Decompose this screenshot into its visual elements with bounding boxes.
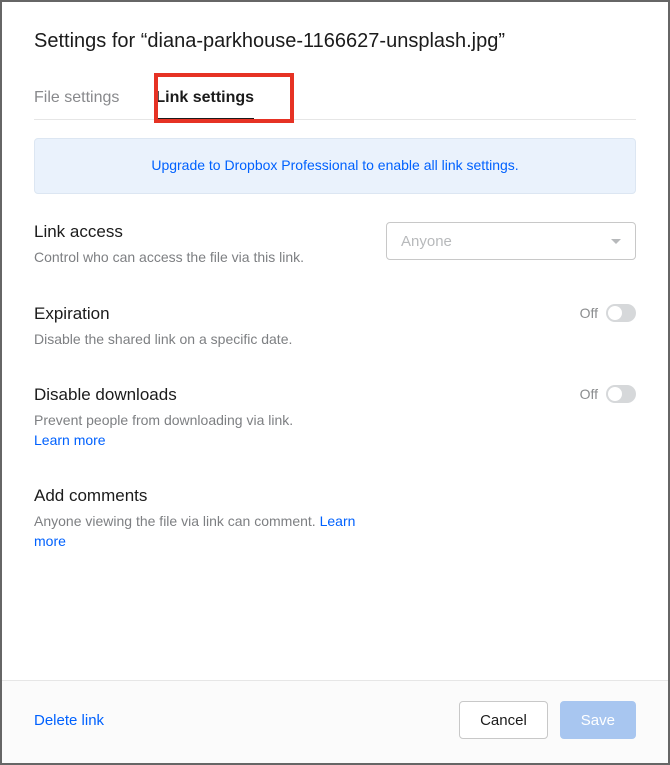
setting-left: Add comments Anyone viewing the file via… [34, 486, 374, 551]
link-access-title: Link access [34, 222, 304, 242]
chevron-down-icon [611, 239, 621, 244]
footer-buttons: Cancel Save [459, 701, 636, 739]
setting-left: Expiration Disable the shared link on a … [34, 304, 292, 350]
setting-expiration: Expiration Disable the shared link on a … [34, 304, 636, 350]
disable-downloads-toggle[interactable] [606, 385, 636, 403]
upgrade-banner-text: Upgrade to Dropbox Professional to enabl… [151, 157, 518, 173]
disable-downloads-learn-more[interactable]: Learn more [34, 432, 106, 448]
tabs: File settings Link settings [34, 81, 636, 120]
setting-link-access: Link access Control who can access the f… [34, 222, 636, 268]
cancel-button[interactable]: Cancel [459, 701, 548, 739]
setting-left: Link access Control who can access the f… [34, 222, 304, 268]
link-access-desc: Control who can access the file via this… [34, 248, 304, 268]
expiration-toggle-label: Off [580, 305, 598, 321]
add-comments-desc-text: Anyone viewing the file via link can com… [34, 513, 320, 529]
tab-container: File settings Link settings [34, 81, 636, 120]
setting-left: Disable downloads Prevent people from do… [34, 385, 293, 450]
upgrade-banner[interactable]: Upgrade to Dropbox Professional to enabl… [34, 138, 636, 194]
expiration-toggle-wrap: Off [580, 304, 636, 322]
modal-footer: Delete link Cancel Save [2, 680, 668, 763]
disable-downloads-title: Disable downloads [34, 385, 293, 405]
delete-link[interactable]: Delete link [34, 712, 104, 729]
expiration-title: Expiration [34, 304, 292, 324]
page-title: Settings for “diana-parkhouse-1166627-un… [34, 30, 636, 53]
modal-content: Settings for “diana-parkhouse-1166627-un… [2, 2, 668, 680]
dropdown-value: Anyone [401, 233, 452, 250]
expiration-toggle[interactable] [606, 304, 636, 322]
disable-downloads-toggle-label: Off [580, 386, 598, 402]
disable-downloads-desc: Prevent people from downloading via link… [34, 411, 293, 450]
expiration-desc: Disable the shared link on a specific da… [34, 330, 292, 350]
setting-disable-downloads: Disable downloads Prevent people from do… [34, 385, 636, 450]
add-comments-desc: Anyone viewing the file via link can com… [34, 512, 374, 551]
settings-modal: Settings for “diana-parkhouse-1166627-un… [0, 0, 670, 765]
disable-downloads-toggle-wrap: Off [580, 385, 636, 403]
add-comments-title: Add comments [34, 486, 374, 506]
save-button[interactable]: Save [560, 701, 636, 739]
disable-downloads-desc-text: Prevent people from downloading via link… [34, 412, 293, 428]
setting-add-comments: Add comments Anyone viewing the file via… [34, 486, 636, 551]
tab-link-settings[interactable]: Link settings [155, 81, 254, 119]
tab-file-settings[interactable]: File settings [34, 81, 119, 119]
link-access-dropdown[interactable]: Anyone [386, 222, 636, 260]
